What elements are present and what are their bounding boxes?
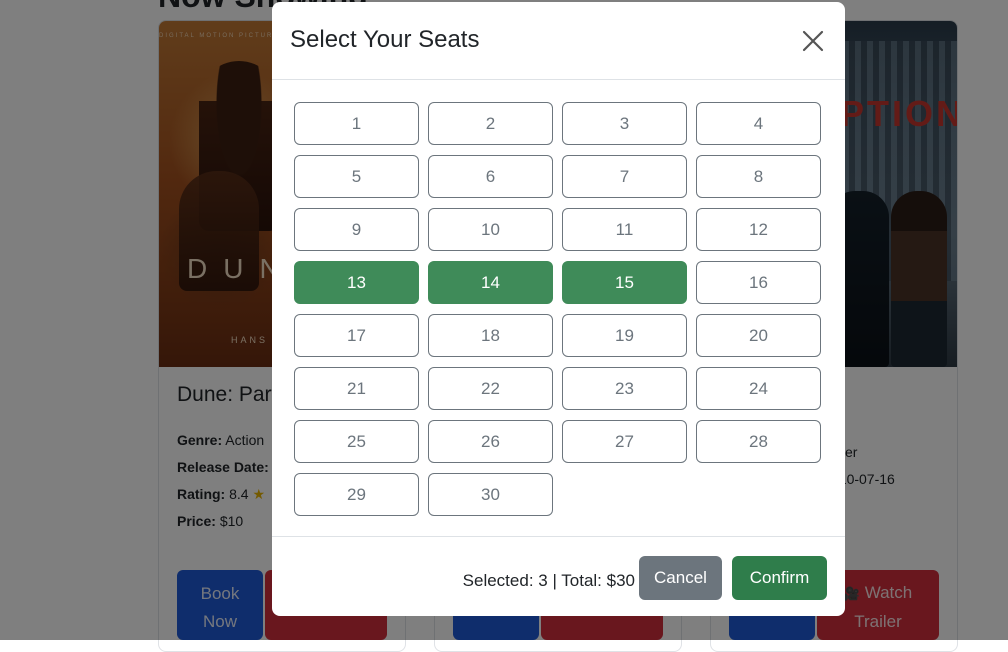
seat-button-26[interactable]: 26	[428, 420, 553, 463]
selection-summary: Selected: 3 | Total: $30	[462, 571, 635, 590]
seat-button-7[interactable]: 7	[562, 155, 687, 198]
seat-button-20[interactable]: 20	[696, 314, 821, 357]
seat-button-21[interactable]: 21	[294, 367, 419, 410]
seat-selection-modal: Select Your Seats 1 2 3 4 5 6 7 8 9 10 11 12 13 14 15 1…	[272, 2, 845, 616]
seat-button-4[interactable]: 4	[696, 102, 821, 145]
modal-header: Select Your Seats	[272, 2, 845, 80]
seat-button-9[interactable]: 9	[294, 208, 419, 251]
seat-button-25[interactable]: 25	[294, 420, 419, 463]
seat-button-1[interactable]: 1	[294, 102, 419, 145]
close-icon	[802, 30, 824, 52]
seat-button-12[interactable]: 12	[696, 208, 821, 251]
seat-button-17[interactable]: 17	[294, 314, 419, 357]
seat-button-5[interactable]: 5	[294, 155, 419, 198]
seat-button-3[interactable]: 3	[562, 102, 687, 145]
seat-button-15[interactable]: 15	[562, 261, 687, 304]
seat-button-22[interactable]: 22	[428, 367, 553, 410]
cancel-button[interactable]: Cancel	[639, 556, 722, 600]
seat-button-28[interactable]: 28	[696, 420, 821, 463]
seat-button-13[interactable]: 13	[294, 261, 419, 304]
confirm-button[interactable]: Confirm	[732, 556, 827, 600]
modal-title: Select Your Seats	[290, 26, 480, 53]
seat-button-19[interactable]: 19	[562, 314, 687, 357]
seat-button-14[interactable]: 14	[428, 261, 553, 304]
close-button[interactable]	[802, 27, 830, 55]
seat-button-10[interactable]: 10	[428, 208, 553, 251]
seat-button-6[interactable]: 6	[428, 155, 553, 198]
seat-button-18[interactable]: 18	[428, 314, 553, 357]
seat-button-27[interactable]: 27	[562, 420, 687, 463]
seat-button-30[interactable]: 30	[428, 473, 553, 516]
seat-grid: 1 2 3 4 5 6 7 8 9 10 11 12 13 14 15 16 17 18 19 20 21 22 23 24 2…	[294, 102, 821, 516]
seat-button-16[interactable]: 16	[696, 261, 821, 304]
seat-button-8[interactable]: 8	[696, 155, 821, 198]
seat-button-23[interactable]: 23	[562, 367, 687, 410]
seat-button-24[interactable]: 24	[696, 367, 821, 410]
seat-button-29[interactable]: 29	[294, 473, 419, 516]
seat-button-2[interactable]: 2	[428, 102, 553, 145]
modal-footer: Selected: 3 | Total: $30 Cancel Confirm	[272, 536, 845, 616]
seat-button-11[interactable]: 11	[562, 208, 687, 251]
